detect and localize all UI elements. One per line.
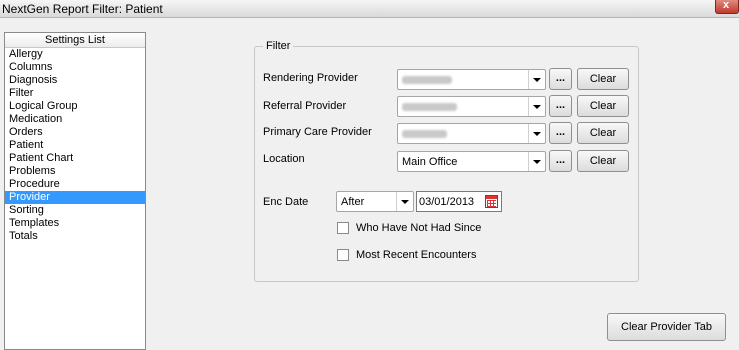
settings-item-orders[interactable]: Orders (5, 126, 145, 139)
settings-item-totals[interactable]: Totals (5, 230, 145, 243)
chevron-down-icon (533, 160, 541, 164)
redacted-value (402, 103, 457, 111)
filter-group-legend: Filter (263, 40, 294, 52)
settings-list: Settings List Allergy Columns Diagnosis … (4, 32, 146, 350)
enc-date-input[interactable]: 03/01/2013 (416, 191, 502, 212)
enc-date-operator-value: After (341, 196, 365, 208)
calendar-icon[interactable] (485, 195, 498, 208)
settings-item-problems[interactable]: Problems (5, 165, 145, 178)
settings-item-provider[interactable]: Provider (5, 191, 145, 204)
chevron-down-icon (401, 200, 409, 204)
rendering-provider-lookup-button[interactable]: ... (549, 68, 572, 90)
most-recent-encounters-checkbox[interactable] (337, 249, 349, 261)
dropdown-arrow[interactable] (396, 192, 413, 211)
clear-provider-tab-button[interactable]: Clear Provider Tab (607, 313, 726, 341)
chevron-down-icon (533, 132, 541, 136)
primary-care-provider-lookup-button[interactable]: ... (549, 122, 572, 144)
close-icon: x (723, 0, 730, 11)
rendering-provider-label: Rendering Provider (263, 72, 358, 84)
settings-item-patient[interactable]: Patient (5, 139, 145, 152)
rendering-provider-clear-button[interactable]: Clear (577, 68, 629, 90)
settings-list-header: Settings List (5, 33, 145, 48)
referral-provider-select[interactable] (397, 96, 546, 117)
close-button[interactable]: x (715, 0, 739, 14)
settings-item-templates[interactable]: Templates (5, 217, 145, 230)
primary-care-provider-clear-button[interactable]: Clear (577, 122, 629, 144)
location-clear-button[interactable]: Clear (577, 150, 629, 172)
settings-item-filter[interactable]: Filter (5, 87, 145, 100)
settings-item-diagnosis[interactable]: Diagnosis (5, 74, 145, 87)
primary-care-provider-label: Primary Care Provider (263, 126, 372, 138)
dropdown-arrow[interactable] (528, 70, 545, 89)
settings-item-logical-group[interactable]: Logical Group (5, 100, 145, 113)
location-lookup-button[interactable]: ... (549, 150, 572, 172)
dropdown-arrow[interactable] (528, 97, 545, 116)
referral-provider-clear-button[interactable]: Clear (577, 95, 629, 117)
settings-item-columns[interactable]: Columns (5, 61, 145, 74)
who-have-not-had-since-checkbox[interactable] (337, 222, 349, 234)
referral-provider-lookup-button[interactable]: ... (549, 95, 572, 117)
rendering-provider-select[interactable] (397, 69, 546, 90)
who-have-not-had-since-label: Who Have Not Had Since (356, 222, 482, 234)
location-label: Location (263, 153, 305, 165)
settings-item-allergy[interactable]: Allergy (5, 48, 145, 61)
location-select[interactable]: Main Office (397, 151, 546, 172)
settings-item-procedure[interactable]: Procedure (5, 178, 145, 191)
settings-item-sorting[interactable]: Sorting (5, 204, 145, 217)
redacted-value (402, 76, 452, 84)
settings-item-patient-chart[interactable]: Patient Chart (5, 152, 145, 165)
enc-date-value: 03/01/2013 (419, 196, 475, 208)
primary-care-provider-select[interactable] (397, 123, 546, 144)
chevron-down-icon (533, 78, 541, 82)
enc-date-operator-select[interactable]: After (336, 191, 414, 212)
title-bar: NextGen Report Filter: Patient x (0, 0, 739, 18)
enc-date-label: Enc Date (263, 196, 309, 208)
settings-item-medication[interactable]: Medication (5, 113, 145, 126)
window-title: NextGen Report Filter: Patient (2, 2, 163, 16)
referral-provider-label: Referral Provider (263, 100, 347, 112)
chevron-down-icon (533, 105, 541, 109)
dropdown-arrow[interactable] (528, 152, 545, 171)
most-recent-encounters-label: Most Recent Encounters (356, 249, 477, 261)
redacted-value (402, 130, 447, 138)
dropdown-arrow[interactable] (528, 124, 545, 143)
location-value: Main Office (402, 156, 458, 168)
